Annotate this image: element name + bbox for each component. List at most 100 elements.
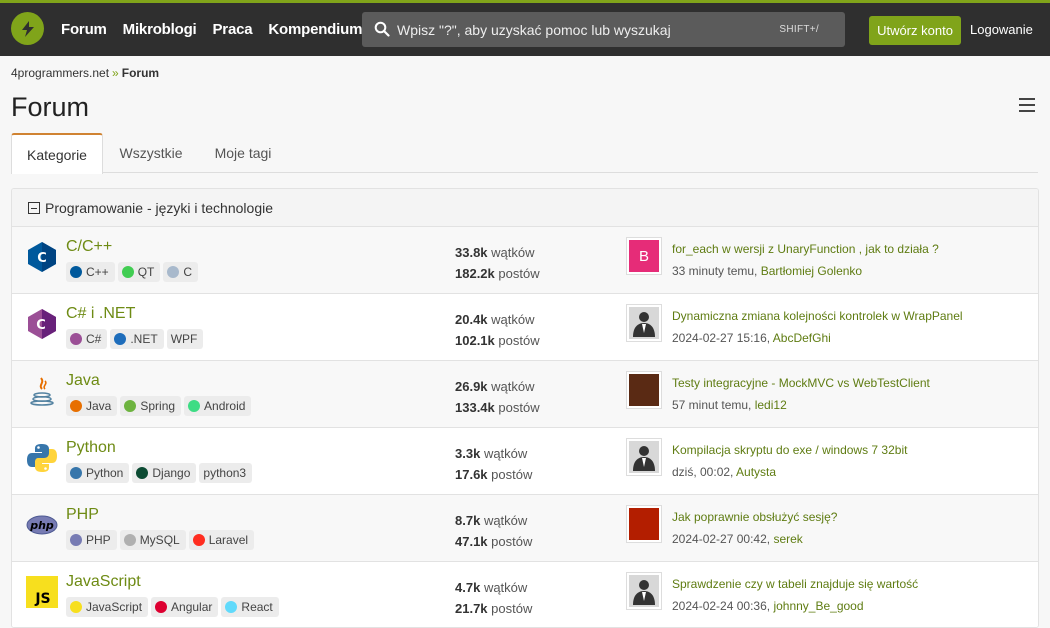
- tag-chip[interactable]: .NET: [110, 329, 164, 349]
- last-post-user-link[interactable]: AbcDefGhi: [773, 331, 831, 345]
- last-topic-link[interactable]: Testy integracyjne - MockMVC vs WebTestC…: [672, 372, 930, 394]
- threads-count: 33.8k: [455, 245, 488, 260]
- user-silhouette-icon: [633, 446, 655, 471]
- category-row: Python Python Django python3 3.3k wątków 17.6…: [12, 428, 1038, 495]
- last-topic-link[interactable]: Dynamiczna zmiana kolejności kontrolek w…: [672, 305, 963, 327]
- last-post: Kompilacja skryptu do exe / windows 7 32…: [672, 439, 907, 483]
- last-post-user-link[interactable]: johnny_Be_good: [773, 599, 863, 613]
- tag-chip[interactable]: C: [163, 262, 199, 282]
- last-topic-link[interactable]: Jak poprawnie obsłużyć sesję?: [672, 506, 837, 528]
- category-stats: 26.9k wątków 133.4k postów: [455, 376, 540, 418]
- tag-chip[interactable]: Spring: [120, 396, 182, 416]
- collapse-icon[interactable]: [28, 201, 40, 214]
- cpp-icon: C: [26, 241, 58, 273]
- tab-wszystkie[interactable]: Wszystkie: [108, 133, 194, 173]
- tag-label: React: [241, 600, 273, 614]
- avatar[interactable]: [626, 438, 662, 476]
- last-topic-link[interactable]: Sprawdzenie czy w tabeli znajduje się wa…: [672, 573, 918, 595]
- site-logo-icon[interactable]: [11, 12, 44, 45]
- svg-text:C: C: [36, 318, 46, 333]
- avatar-image: [629, 441, 659, 473]
- category-tags: PHP MySQL Laravel: [66, 530, 255, 550]
- create-account-button[interactable]: Utwórz konto: [869, 16, 961, 45]
- android-tag-icon: [188, 400, 201, 412]
- last-post: Jak poprawnie obsłużyć sesję? 2024-02-27 …: [672, 506, 837, 550]
- tab-kategorie[interactable]: Kategorie: [11, 133, 103, 174]
- nav-mikroblogi-link[interactable]: Mikroblogi: [123, 21, 197, 38]
- php-icon: php: [26, 509, 58, 541]
- avatar[interactable]: [626, 371, 662, 409]
- tag-chip[interactable]: JavaScript: [66, 597, 149, 617]
- main-nav: Forum Mikroblogi Praca Kompendium: [61, 21, 378, 38]
- avatar-image: B: [629, 240, 659, 272]
- search-icon: [374, 21, 390, 37]
- tag-chip[interactable]: Angular: [151, 597, 219, 617]
- tag-label: QT: [137, 265, 155, 279]
- category-tags: C++ QT C: [66, 262, 199, 282]
- avatar[interactable]: [626, 304, 662, 342]
- avatar[interactable]: [626, 572, 662, 610]
- avatar-image: [629, 575, 659, 607]
- last-post: Sprawdzenie czy w tabeli znajduje się wa…: [672, 573, 918, 617]
- category-panel: Programowanie - języki i technologie C C/…: [11, 188, 1039, 628]
- last-topic-link[interactable]: for_each w wersji z UnaryFunction , jak …: [672, 238, 939, 260]
- last-post-time: 2024-02-27 15:16,: [672, 331, 771, 345]
- tag-chip[interactable]: Java: [66, 396, 118, 416]
- last-post-user-link[interactable]: Autysta: [736, 465, 776, 479]
- tag-chip[interactable]: PHP: [66, 530, 117, 550]
- c-tag-icon: [167, 266, 180, 278]
- nav-kompendium-link[interactable]: Kompendium: [268, 21, 362, 38]
- last-post-user-link[interactable]: serek: [773, 532, 802, 546]
- tag-chip[interactable]: C++: [66, 262, 115, 282]
- tag-chip[interactable]: C#: [66, 329, 108, 349]
- tag-chip[interactable]: QT: [117, 262, 161, 282]
- tag-chip[interactable]: React: [221, 597, 279, 617]
- svg-text:C: C: [37, 251, 47, 266]
- threads-label: wątków: [483, 513, 528, 528]
- last-post-user-link[interactable]: Bartłomiej Golenko: [761, 264, 862, 278]
- category-row: C C# i .NET C# .NET WPF 20.4k wątków 102.1k po…: [12, 294, 1038, 361]
- nav-forum-link[interactable]: Forum: [61, 21, 107, 38]
- tag-chip[interactable]: Python: [66, 463, 130, 483]
- tag-chip[interactable]: Android: [184, 396, 252, 416]
- category-name-link[interactable]: PHP: [66, 506, 99, 524]
- last-post-user-link[interactable]: ledi12: [755, 398, 787, 412]
- python-icon: [26, 442, 58, 474]
- python-tag-icon: [70, 467, 82, 479]
- category-name-link[interactable]: Python: [66, 439, 116, 457]
- last-post-time: 33 minuty temu,: [672, 264, 758, 278]
- nav-praca-link[interactable]: Praca: [213, 21, 253, 38]
- avatar[interactable]: B: [626, 237, 662, 275]
- posts-label: postów: [491, 534, 533, 549]
- breadcrumb-current[interactable]: Forum: [122, 66, 159, 80]
- svg-text:JS: JS: [34, 591, 50, 607]
- avatar-image: [629, 508, 659, 540]
- search-input[interactable]: Wpisz "?", aby uzyskać pomoc lub wyszuka…: [362, 12, 845, 47]
- tag-chip[interactable]: python3: [199, 463, 253, 483]
- search-placeholder: Wpisz "?", aby uzyskać pomoc lub wyszuka…: [397, 22, 671, 38]
- threads-label: wątków: [491, 245, 535, 260]
- tag-chip[interactable]: WPF: [166, 329, 204, 349]
- threads-count: 8.7k: [455, 513, 481, 528]
- avatar[interactable]: [626, 505, 662, 543]
- menu-hamburger-icon[interactable]: [1019, 98, 1035, 116]
- angular-tag-icon: [155, 601, 168, 613]
- login-link[interactable]: Logowanie: [970, 22, 1033, 37]
- tag-chip[interactable]: Django: [132, 463, 197, 483]
- category-name-link[interactable]: Java: [66, 372, 100, 390]
- breadcrumb-home-link[interactable]: 4programmers.net: [11, 66, 109, 80]
- section-header[interactable]: Programowanie - języki i technologie: [12, 189, 1038, 227]
- threads-count: 4.7k: [455, 580, 481, 595]
- tag-chip[interactable]: Laravel: [188, 530, 255, 550]
- category-name-link[interactable]: C/C++: [66, 238, 112, 256]
- last-post-time: 2024-02-24 00:36,: [672, 599, 771, 613]
- tag-chip[interactable]: MySQL: [119, 530, 186, 550]
- category-name-link[interactable]: C# i .NET: [66, 305, 135, 323]
- tab-moje-tagi[interactable]: Moje tagi: [204, 133, 282, 173]
- posts-count: 102.1k: [455, 333, 495, 348]
- csharp-icon: C: [26, 308, 58, 340]
- category-name-link[interactable]: JavaScript: [66, 573, 141, 591]
- category-tags: Python Django python3: [66, 463, 253, 483]
- breadcrumb-separator: »: [112, 66, 119, 80]
- last-topic-link[interactable]: Kompilacja skryptu do exe / windows 7 32…: [672, 439, 907, 461]
